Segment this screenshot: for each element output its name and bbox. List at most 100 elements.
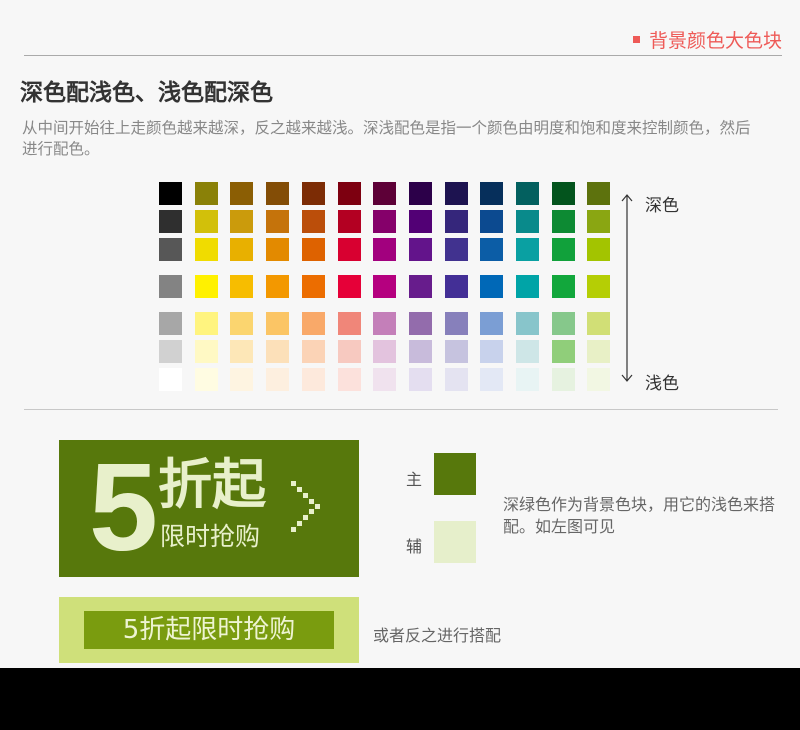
palette-swatch — [337, 368, 361, 391]
palette-swatch — [516, 312, 539, 335]
palette-swatch — [373, 275, 397, 298]
palette-swatch — [159, 182, 182, 205]
palette-swatch — [301, 182, 325, 205]
palette-swatch — [516, 182, 539, 205]
palette-swatch — [480, 210, 504, 233]
palette-swatch — [373, 238, 397, 261]
palette-swatch — [551, 210, 575, 233]
palette-swatch — [301, 312, 325, 335]
palette-swatch — [337, 340, 361, 363]
page-title: 深色配浅色、浅色配深色 — [20, 80, 273, 106]
palette-swatch — [444, 210, 468, 233]
palette-swatch — [480, 340, 504, 363]
reverse-note: 或者反之进行搭配 — [373, 626, 502, 645]
palette-swatch — [551, 368, 575, 391]
page: 背景颜色大色块 深色配浅色、浅色配深色 从中间开始往上走颜色越来越深，反之越来越… — [0, 0, 800, 668]
palette-swatch — [159, 210, 182, 233]
palette-swatch — [444, 368, 468, 391]
aux-color-label: 辅 — [406, 537, 423, 556]
palette-swatch — [373, 340, 397, 363]
palette-swatch — [194, 182, 218, 205]
palette-swatch — [408, 368, 432, 391]
dark-label: 深色 — [645, 196, 679, 216]
palette-swatch — [159, 238, 182, 261]
up-down-arrow-icon — [621, 194, 633, 382]
aux-color-swatch — [434, 521, 476, 563]
palette-swatch — [230, 275, 254, 298]
light-label: 浅色 — [645, 374, 679, 394]
chevron-right-icon — [291, 481, 320, 532]
section-divider — [24, 409, 778, 410]
palette-swatch — [194, 238, 218, 261]
palette-swatch — [551, 238, 575, 261]
palette-swatch — [230, 210, 254, 233]
palette-swatch — [230, 312, 254, 335]
palette-swatch — [194, 368, 218, 391]
palette-swatch — [266, 238, 290, 261]
palette-swatch — [266, 182, 290, 205]
palette-swatch — [301, 368, 325, 391]
square-bullet-icon — [632, 36, 640, 43]
header-divider — [24, 55, 782, 56]
palette-swatch — [266, 275, 290, 298]
main-color-label: 主 — [406, 470, 423, 489]
palette-swatch — [408, 238, 432, 261]
palette-swatch — [373, 312, 397, 335]
palette-swatch — [408, 340, 432, 363]
palette-swatch — [373, 368, 397, 391]
palette-swatch — [551, 275, 575, 298]
palette-swatch — [266, 210, 290, 233]
palette-swatch — [230, 238, 254, 261]
palette-swatch — [337, 275, 361, 298]
palette-swatch — [159, 340, 182, 363]
palette-swatch — [230, 340, 254, 363]
palette-swatch — [444, 238, 468, 261]
banner-small-text: 限时抢购 — [160, 522, 261, 551]
palette-swatch — [587, 340, 611, 363]
palette-swatch — [159, 275, 182, 298]
main-color-swatch — [434, 453, 476, 495]
palette-swatch — [266, 340, 290, 363]
light-banner-text: 5折起限时抢购 — [84, 611, 334, 649]
palette-swatch — [444, 312, 468, 335]
palette-swatch — [587, 182, 611, 205]
palette-swatch — [480, 275, 504, 298]
section-tag: 背景颜色大色块 — [632, 26, 782, 53]
section-tag-label: 背景颜色大色块 — [648, 30, 782, 52]
palette-swatch — [159, 368, 182, 391]
palette-swatch — [587, 275, 611, 298]
palette-swatch — [230, 368, 254, 391]
banner-big-text: 折起 — [158, 453, 266, 516]
palette-swatch — [516, 340, 539, 363]
palette-swatch — [337, 238, 361, 261]
palette-swatch — [337, 210, 361, 233]
palette-swatch — [408, 182, 432, 205]
palette-swatch — [301, 340, 325, 363]
palette-swatch — [194, 210, 218, 233]
palette-swatch — [444, 275, 468, 298]
palette-swatch — [230, 182, 254, 205]
palette-swatch — [516, 275, 539, 298]
palette-swatch — [587, 368, 611, 391]
palette-swatch — [587, 210, 611, 233]
palette-swatch — [587, 312, 611, 335]
palette-swatch — [301, 238, 325, 261]
palette-swatch — [587, 238, 611, 261]
palette-swatch — [373, 210, 397, 233]
palette-swatch — [444, 340, 468, 363]
palette-swatch — [480, 238, 504, 261]
palette-swatch — [373, 182, 397, 205]
palette-swatch — [408, 312, 432, 335]
palette-swatch — [194, 275, 218, 298]
palette-swatch — [194, 340, 218, 363]
palette-swatch — [194, 312, 218, 335]
palette-swatch — [516, 210, 539, 233]
palette-swatch — [480, 182, 504, 205]
palette-swatch — [551, 340, 575, 363]
banner-number: 5 — [89, 439, 158, 577]
palette-swatch — [516, 368, 539, 391]
palette-swatch — [301, 275, 325, 298]
palette-swatch — [337, 312, 361, 335]
palette-swatch — [551, 312, 575, 335]
palette-swatch — [551, 182, 575, 205]
